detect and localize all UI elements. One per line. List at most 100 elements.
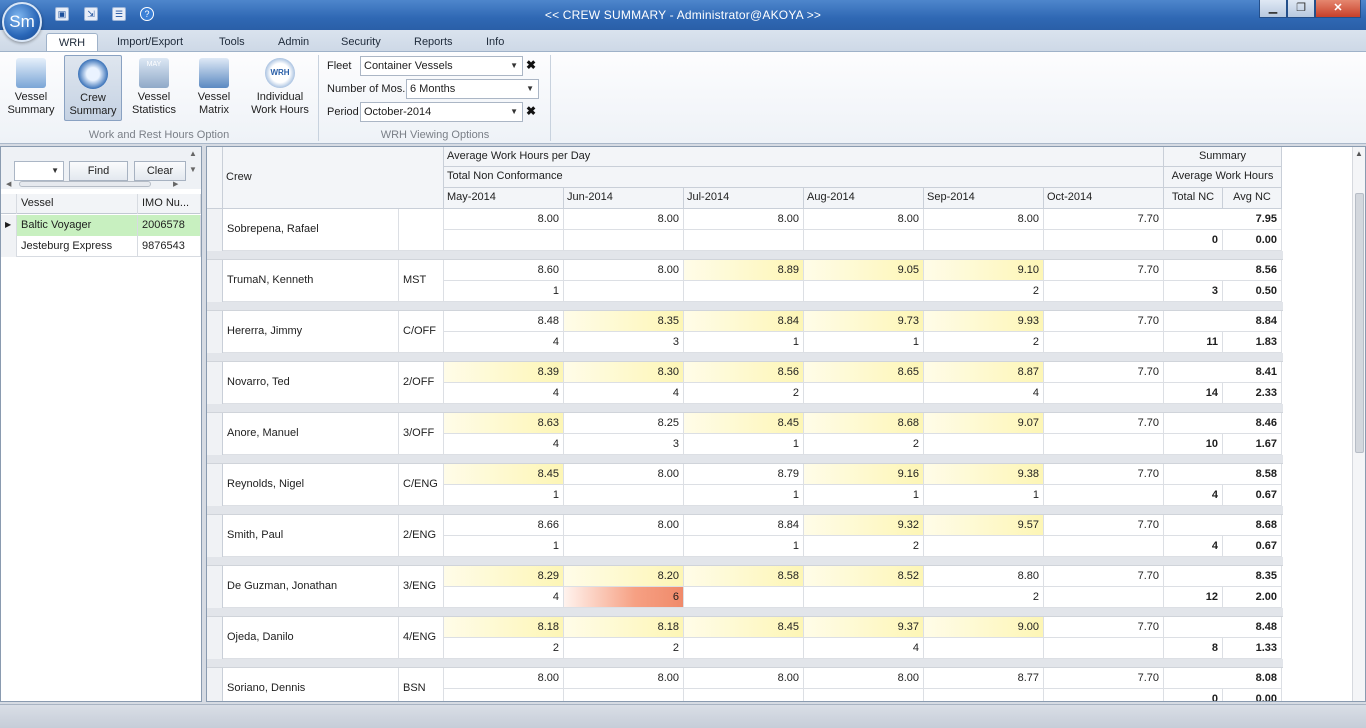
avg-hours-cell[interactable]: 8.00 [564, 668, 684, 689]
nc-cell[interactable] [1044, 587, 1164, 608]
vessel-row[interactable]: Jesteburg Express 9876543 [1, 236, 201, 257]
nc-cell[interactable]: 2 [684, 383, 804, 404]
avg-hours-cell[interactable]: 8.87 [924, 362, 1044, 383]
nc-cell[interactable]: 4 [444, 332, 564, 353]
avg-hours-cell[interactable]: 8.18 [564, 617, 684, 638]
crew-summary-button[interactable]: Crew Summary [64, 55, 122, 121]
nc-cell[interactable] [924, 689, 1044, 701]
avg-hours-cell[interactable]: 8.20 [564, 566, 684, 587]
nc-cell[interactable]: 4 [444, 587, 564, 608]
avg-hours-cell[interactable]: 8.00 [684, 668, 804, 689]
row-indicator[interactable] [207, 311, 223, 353]
avg-hours-cell[interactable]: 9.37 [804, 617, 924, 638]
vessel-row[interactable]: ▶ Baltic Voyager 2006578 [1, 215, 201, 236]
avg-hours-cell[interactable]: 7.70 [1044, 515, 1164, 536]
row-indicator[interactable] [207, 260, 223, 302]
nc-cell[interactable] [564, 230, 684, 251]
avg-hours-cell[interactable]: 8.68 [804, 413, 924, 434]
tab-wrh[interactable]: WRH [46, 33, 98, 52]
column-month[interactable]: Jul-2014 [684, 188, 804, 209]
nc-cell[interactable] [924, 638, 1044, 659]
row-indicator[interactable] [207, 617, 223, 659]
avg-hours-cell[interactable]: 7.70 [1044, 413, 1164, 434]
clear-fleet-icon[interactable]: ✖ [526, 58, 536, 72]
avg-hours-cell[interactable]: 9.07 [924, 413, 1044, 434]
individual-work-hours-button[interactable]: WRH Individual Work Hours [248, 55, 312, 121]
minimize-button[interactable]: ▁ [1259, 0, 1287, 18]
row-indicator[interactable] [207, 668, 223, 701]
nc-cell[interactable]: 1 [684, 332, 804, 353]
nc-cell[interactable] [444, 230, 564, 251]
nc-cell[interactable] [1044, 281, 1164, 302]
scroll-right-icon[interactable]: ▶ [173, 180, 178, 188]
avg-hours-cell[interactable]: 8.79 [684, 464, 804, 485]
tab-info[interactable]: Info [476, 33, 514, 52]
nc-cell[interactable]: 2 [564, 638, 684, 659]
avg-hours-cell[interactable]: 8.35 [564, 311, 684, 332]
avg-hours-cell[interactable]: 8.25 [564, 413, 684, 434]
nc-cell[interactable]: 4 [564, 383, 684, 404]
avg-hours-cell[interactable]: 8.77 [924, 668, 1044, 689]
vessel-statistics-button[interactable]: MAY Vessel Statistics [128, 55, 180, 121]
scroll-up-icon[interactable]: ▲ [1355, 149, 1363, 158]
vertical-scrollbar[interactable]: ▲ [1352, 147, 1365, 701]
avg-hours-cell[interactable]: 9.05 [804, 260, 924, 281]
nc-cell[interactable] [804, 230, 924, 251]
nc-cell[interactable] [684, 281, 804, 302]
nc-cell[interactable] [684, 689, 804, 701]
avg-hours-cell[interactable]: 8.00 [564, 260, 684, 281]
avg-hours-cell[interactable]: 8.00 [804, 209, 924, 230]
nc-cell[interactable] [564, 689, 684, 701]
nc-cell[interactable]: 1 [444, 485, 564, 506]
nc-cell[interactable]: 2 [804, 536, 924, 557]
period-select[interactable]: October-2014 ▼ [360, 102, 523, 122]
nc-cell[interactable] [804, 689, 924, 701]
nc-cell[interactable]: 3 [564, 434, 684, 455]
avg-hours-cell[interactable]: 9.93 [924, 311, 1044, 332]
avg-hours-cell[interactable]: 8.63 [444, 413, 564, 434]
nc-cell[interactable]: 1 [804, 485, 924, 506]
avg-hours-cell[interactable]: 7.70 [1044, 209, 1164, 230]
avg-hours-cell[interactable]: 9.57 [924, 515, 1044, 536]
nc-cell[interactable]: 4 [804, 638, 924, 659]
scroll-left-icon[interactable]: ◀ [6, 180, 11, 188]
nc-cell[interactable] [1044, 536, 1164, 557]
avg-hours-cell[interactable]: 8.84 [684, 515, 804, 536]
avg-hours-cell[interactable]: 8.00 [444, 209, 564, 230]
avg-hours-cell[interactable]: 8.84 [684, 311, 804, 332]
row-indicator[interactable] [207, 362, 223, 404]
nc-cell[interactable] [804, 383, 924, 404]
nc-cell[interactable] [684, 587, 804, 608]
avg-hours-cell[interactable]: 9.73 [804, 311, 924, 332]
avg-hours-cell[interactable]: 9.38 [924, 464, 1044, 485]
column-imo[interactable]: IMO Nu... [138, 194, 201, 214]
avg-hours-cell[interactable]: 8.45 [684, 617, 804, 638]
scroll-down-icon[interactable]: ▼ [189, 165, 197, 174]
row-indicator[interactable] [207, 209, 223, 251]
avg-hours-cell[interactable]: 8.45 [444, 464, 564, 485]
avg-hours-cell[interactable]: 8.45 [684, 413, 804, 434]
nc-cell[interactable] [924, 536, 1044, 557]
tab-tools[interactable]: Tools [209, 33, 255, 52]
avg-hours-cell[interactable]: 8.00 [924, 209, 1044, 230]
avg-hours-cell[interactable]: 8.89 [684, 260, 804, 281]
nc-cell[interactable] [564, 281, 684, 302]
avg-hours-cell[interactable]: 8.65 [804, 362, 924, 383]
column-vessel[interactable]: Vessel [17, 194, 138, 214]
nc-cell[interactable] [804, 587, 924, 608]
nc-cell[interactable] [924, 434, 1044, 455]
months-select[interactable]: 6 Months ▼ [406, 79, 539, 99]
close-button[interactable]: ✕ [1315, 0, 1361, 18]
column-month[interactable]: Jun-2014 [564, 188, 684, 209]
column-avg-nc[interactable]: Avg NC [1223, 188, 1282, 209]
avg-hours-cell[interactable]: 7.70 [1044, 464, 1164, 485]
fleet-select[interactable]: Container Vessels ▼ [360, 56, 523, 76]
nc-cell[interactable] [684, 230, 804, 251]
search-column-select[interactable]: ▼ [14, 161, 64, 181]
nc-cell[interactable]: 6 [564, 587, 684, 608]
nc-cell[interactable] [1044, 689, 1164, 701]
nc-cell[interactable]: 1 [684, 485, 804, 506]
vessel-summary-button[interactable]: Vessel Summary [4, 55, 58, 121]
avg-hours-cell[interactable]: 8.58 [684, 566, 804, 587]
column-month[interactable]: Sep-2014 [924, 188, 1044, 209]
